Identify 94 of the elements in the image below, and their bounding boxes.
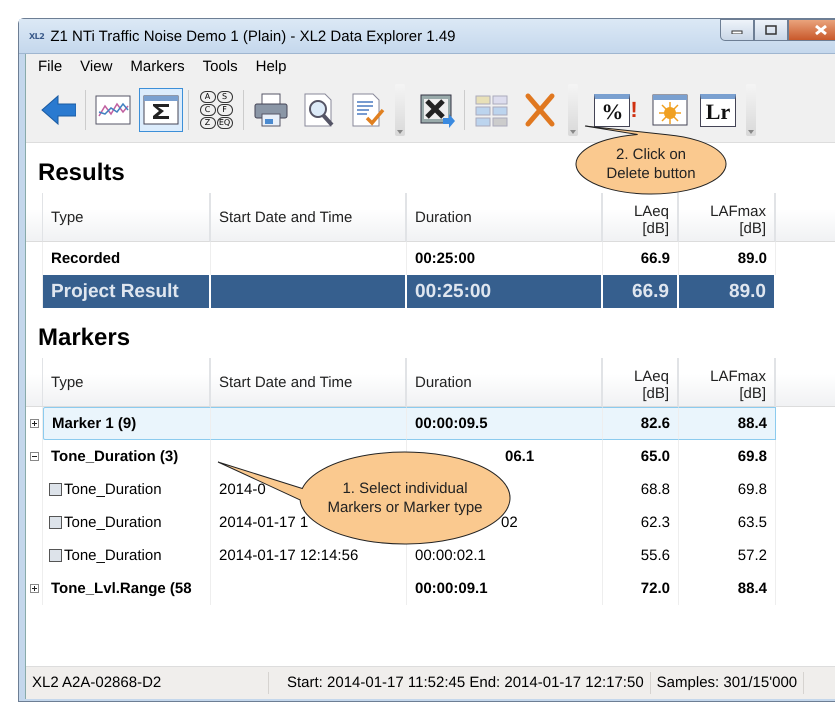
dropdown-arrow-icon [568,128,578,136]
status-text: Start: 2014-01-17 11:52:45 End: 2014-01-17 12:17:50 [281,672,651,694]
column-header[interactable]: LAFmax [dB] [679,193,776,242]
type-cell[interactable]: Tone_Duration [64,514,162,531]
letters-button[interactable]: A S C F Z EQ [194,88,238,132]
laeq-cell: 55.6 [640,547,670,564]
date-cell: 2014-0 [219,481,266,498]
status-text: XL2 A2A-02868-D2 [26,672,269,694]
date-cell: 2014-01-17 1 [219,514,308,531]
column-header[interactable]: Type [43,193,211,242]
type-cell[interactable]: Project Result [43,275,211,308]
toolbar-grip[interactable] [568,84,578,136]
menu-item[interactable]: Markers [122,56,193,76]
section-heading: Markers [37,323,130,353]
square-icon [49,483,62,496]
collapse-icon[interactable] [30,452,38,461]
type-cell[interactable]: Tone_Lvl.Range (58 [51,580,192,597]
callout-text: 1. Select individual Markers or Marker type [326,479,484,517]
type-cell[interactable]: Tone_Duration [64,481,162,498]
toolbar-grip[interactable] [746,84,756,136]
exclamation-label: ! [630,97,638,123]
printer-icon [253,92,289,128]
laeq-cell: 82.6 [603,407,679,440]
duration-cell: 00:00:09.5 [407,407,603,440]
duration-cell: 00:00:09.1 [415,580,488,597]
dropdown-arrow-icon [395,128,405,136]
letter-label: A [200,91,216,103]
expand-icon[interactable] [30,419,38,428]
maximize-icon [765,25,777,35]
sum-button[interactable] [139,88,183,132]
column-header [26,358,44,407]
lafmax-cell: 89.0 [679,275,776,308]
section-heading: Results [37,158,125,188]
letter-label: Z [200,117,216,129]
sun-icon [652,92,688,128]
lafmax-cell: 89.0 [738,250,767,267]
date-cell: 2014-01-17 12:14:56 [219,547,358,564]
laeq-cell: 68.8 [640,481,670,498]
letter-label: C [200,104,216,116]
column-header[interactable]: Type [43,358,211,407]
duration-cell: 00:00:02.1 [415,547,486,564]
square-icon [49,549,62,562]
close-icon [814,24,828,36]
spreadsheet-export-icon [419,92,455,128]
lafmax-cell: 57.2 [738,547,767,564]
lafmax-cell: 88.4 [679,407,776,440]
lr-button[interactable]: Lr [696,88,740,132]
column-header[interactable]: LAeq [dB] [603,193,679,242]
square-icon [49,516,62,529]
duration-cell: 00:25:00 [415,250,476,267]
duration-cell: 06.1 [505,448,534,465]
dropdown-arrow-icon [746,128,756,136]
lafmax-cell: 88.4 [738,580,767,597]
menu-item[interactable]: File [30,56,70,76]
column-header[interactable]: LAeq [dB] [603,358,679,407]
lr-label: Lr [700,94,736,126]
laeq-cell: 66.9 [603,275,679,308]
column-header[interactable]: Start Date and Time [211,193,407,242]
window-title: Z1 NTi Traffic Noise Demo 1 (Plain) - XL2 Data Explorer 1.49 [50,28,456,44]
column-header[interactable]: Start Date and Time [211,358,407,407]
laeq-cell: 62.3 [640,514,670,531]
type-cell[interactable]: Marker 1 (9) [43,407,211,440]
letter-label: EQ [216,117,232,129]
lafmax-cell: 69.8 [738,448,767,465]
duration-cell: 00:25:00 [407,275,603,308]
column-header[interactable]: Duration [407,193,603,242]
app-logo: XL2 [29,32,44,40]
minimize-button[interactable] [720,19,754,41]
column-header[interactable]: Duration [407,358,603,407]
callout-text: 2. Click on Delete button [605,145,697,183]
toolbar-grip[interactable] [395,84,405,136]
close-button[interactable] [788,19,835,41]
laeq-cell: 72.0 [640,580,670,597]
duration-cell: 02 [501,514,518,531]
laeq-cell: 66.9 [640,250,670,267]
letter-label: S [216,91,232,103]
column-header [26,193,44,242]
back-arrow-icon [40,92,76,128]
lafmax-cell: 69.8 [738,481,767,498]
lafmax-cell: 63.5 [738,514,767,531]
percent-label: % [594,94,630,126]
menu-item[interactable]: View [72,56,120,76]
letter-label: F [216,104,232,116]
menu-item[interactable]: Tools [194,56,246,76]
expand-icon[interactable] [30,584,38,593]
column-header[interactable]: LAFmax [dB] [679,358,776,407]
type-cell[interactable]: Recorded [51,250,120,267]
status-text: Samples: 301/15'000 [650,672,804,694]
laeq-cell: 65.0 [640,448,670,465]
percent-button[interactable]: % ! [588,88,644,132]
type-cell[interactable]: Tone_Duration (3) [51,448,178,465]
type-cell[interactable]: Tone_Duration [64,547,162,564]
menu-item[interactable]: Help [248,56,294,76]
maximize-button[interactable] [754,19,788,41]
